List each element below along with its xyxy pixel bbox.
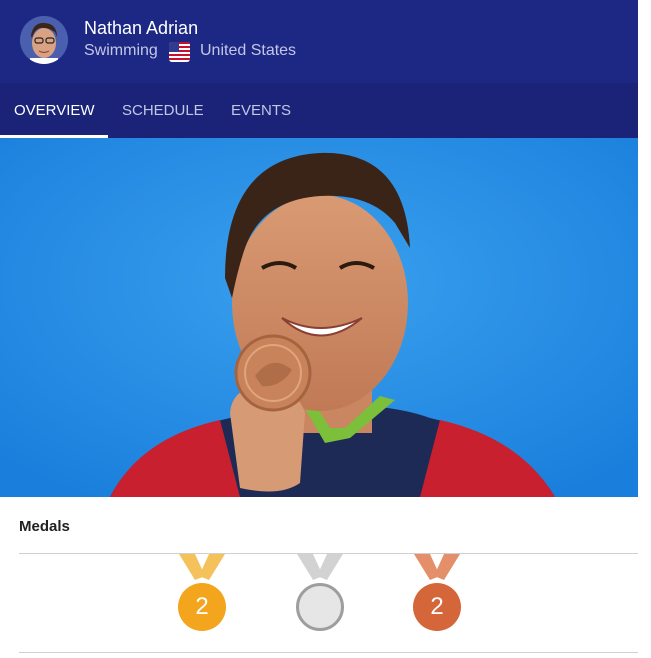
tab-events[interactable]: EVENTS	[231, 83, 291, 138]
bronze-medal: 2	[411, 554, 463, 634]
athlete-avatar	[20, 16, 68, 64]
profile-tabs: OVERVIEW SCHEDULE EVENTS	[0, 83, 638, 138]
silver-medal	[294, 554, 346, 634]
silver-ribbon-icon	[297, 554, 343, 580]
tab-overview[interactable]: OVERVIEW	[14, 83, 95, 138]
silver-medal-count	[296, 583, 344, 631]
athlete-hero-photo	[0, 138, 638, 497]
divider	[19, 652, 638, 653]
athlete-sport: Swimming	[84, 42, 158, 59]
bronze-medal-count: 2	[413, 583, 461, 631]
athlete-country: United States	[200, 42, 297, 59]
athlete-profile-card: Nathan Adrian Swimming United States OVE…	[0, 0, 638, 658]
bronze-ribbon-icon	[414, 554, 460, 580]
gold-medal: 2	[176, 554, 228, 634]
profile-header: Nathan Adrian Swimming United States	[0, 0, 638, 83]
tab-schedule[interactable]: SCHEDULE	[122, 83, 204, 138]
medals-section-title: Medals	[19, 518, 70, 535]
gold-medal-count: 2	[178, 583, 226, 631]
us-flag-icon	[169, 42, 190, 62]
gold-ribbon-icon	[179, 554, 225, 580]
athlete-name: Nathan Adrian	[84, 18, 199, 38]
